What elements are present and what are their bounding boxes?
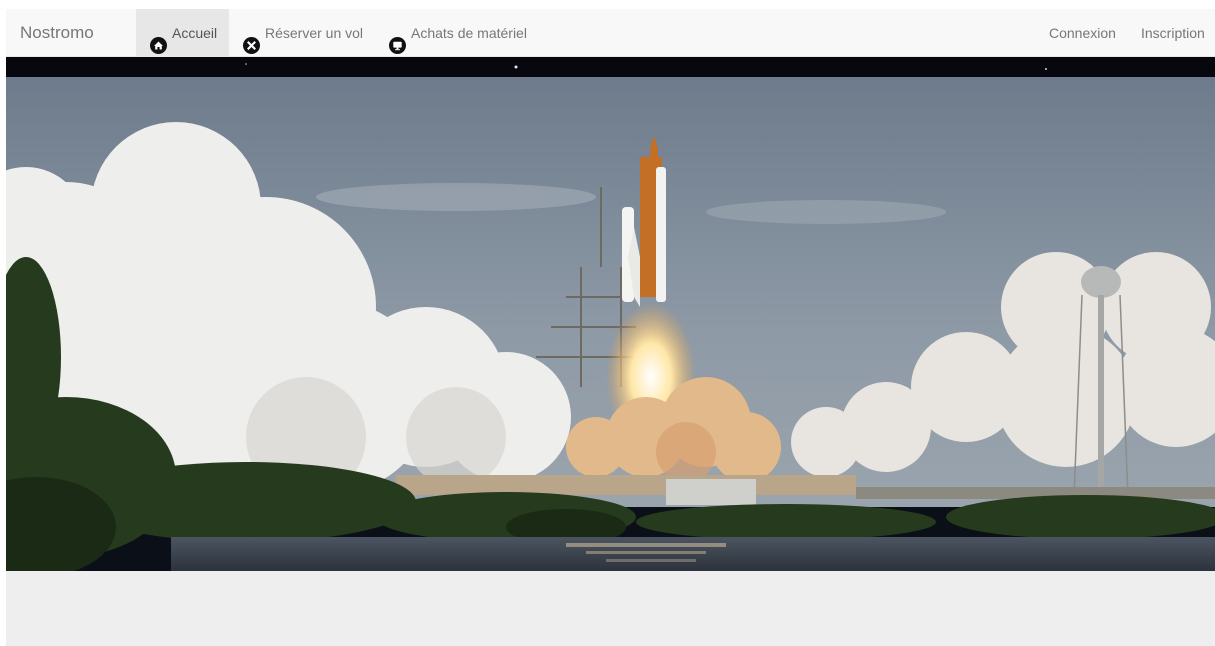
shuttle-launch-photo xyxy=(6,57,1215,571)
monitor-icon xyxy=(389,25,406,54)
home-icon xyxy=(150,25,167,54)
signup-link[interactable]: Inscription xyxy=(1141,9,1205,57)
nav-item-label: Réserver un vol xyxy=(265,25,364,41)
nav-item-label: Accueil xyxy=(172,25,218,41)
nav-item-label: Achats de matériel xyxy=(411,25,527,41)
top-navbar: Nostromo Accueil Réserver un vol Achats … xyxy=(6,9,1215,57)
flight-icon xyxy=(243,25,260,54)
nav-item-home[interactable]: Accueil xyxy=(136,9,229,57)
brand-logo[interactable]: Nostromo xyxy=(20,9,94,57)
nav-item-equipment[interactable]: Achats de matériel xyxy=(389,9,527,57)
nav-item-book-flight[interactable]: Réserver un vol xyxy=(243,9,363,57)
page-frame: Nostromo Accueil Réserver un vol Achats … xyxy=(6,9,1215,646)
hero-banner xyxy=(6,57,1215,571)
login-link[interactable]: Connexion xyxy=(1049,9,1116,57)
